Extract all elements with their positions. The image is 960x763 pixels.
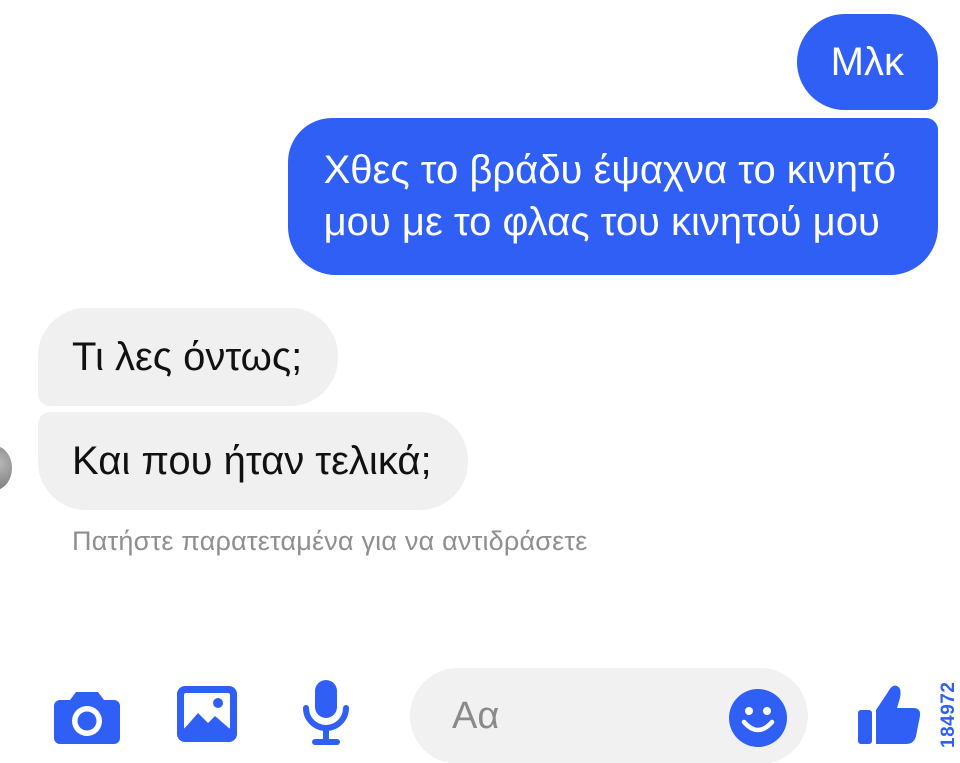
message-text-line: Τι λες όντως; xyxy=(72,335,303,379)
message-text-line: μου με το φλας του κινητού μου xyxy=(323,200,880,244)
microphone-icon[interactable] xyxy=(300,678,352,748)
message-text-line: Μλκ xyxy=(830,40,904,84)
contact-avatar[interactable] xyxy=(0,446,12,490)
incoming-message-bubble[interactable]: Τι λες όντως; xyxy=(38,308,339,406)
watermark-number: 184972 xyxy=(938,681,959,748)
outgoing-message-bubble[interactable]: Χθες το βράδυ έψαχνα το κινητό μου με το… xyxy=(287,118,938,275)
reaction-hint: Πατήστε παρατεταμένα για να αντιδράσετε xyxy=(72,526,588,556)
image-gallery-icon[interactable] xyxy=(176,685,238,743)
chat-screen: Μλκ Χθες το βράδυ έψαχνα το κινητό μου μ… xyxy=(0,0,960,763)
outgoing-message-bubble[interactable]: Μλκ xyxy=(796,14,938,110)
emoji-icon[interactable] xyxy=(728,688,788,748)
thumbs-up-icon[interactable] xyxy=(856,680,922,746)
message-text-line: Χθες το βράδυ έψαχνα το κινητό xyxy=(323,148,896,192)
message-input-placeholder: Αα xyxy=(452,695,500,737)
message-input[interactable]: Αα xyxy=(410,668,808,763)
message-text-line: Και που ήταν τελικά; xyxy=(72,439,432,483)
camera-icon[interactable] xyxy=(52,688,122,746)
incoming-message-bubble[interactable]: Και που ήταν τελικά; xyxy=(38,412,468,510)
